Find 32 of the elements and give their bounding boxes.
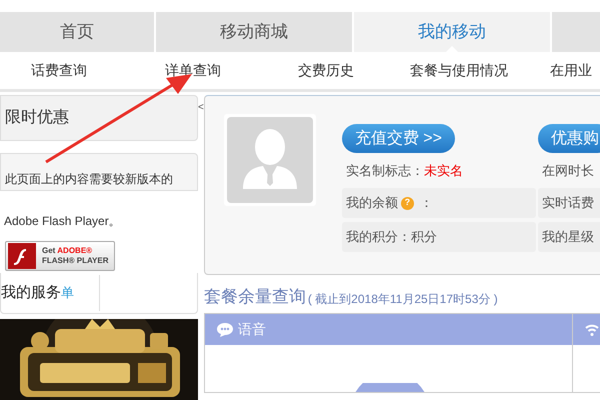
info-label: 我的积分：积分 — [346, 228, 437, 246]
info-value: 未实名 — [424, 162, 463, 180]
info-label: 我的星级 — [542, 228, 594, 246]
subnav-link[interactable]: 话费查询 — [31, 62, 87, 78]
subnav-link[interactable]: 详单查询 — [165, 62, 221, 78]
collapse-arrow[interactable]: < — [198, 100, 204, 115]
nav-tab[interactable]: 我的移动 — [354, 12, 550, 52]
nav-tab[interactable]: 移动商城 — [156, 12, 352, 52]
section-title: 我的服务 — [1, 282, 61, 303]
usage-ring-icon — [354, 383, 425, 392]
nav-tab[interactable]: 首页 — [0, 12, 154, 52]
subnav-link[interactable]: 在用业 — [550, 62, 592, 78]
info-value: ： — [420, 194, 433, 212]
section-title: 套餐余量查询 — [204, 286, 306, 308]
notice-text: Adobe Flash Player。 — [4, 214, 121, 228]
chat-bubble-icon — [216, 322, 233, 336]
subnav-link[interactable]: 交费历史 — [298, 62, 354, 78]
flash-button-label: Get ADOBE® — [42, 246, 94, 256]
subnav-link[interactable]: 套餐与使用情况 — [410, 62, 508, 78]
wifi-icon — [584, 324, 599, 336]
flash-logo-icon — [8, 243, 36, 269]
info-label: 我的余额 — [346, 194, 398, 212]
info-label: 实名制标志： — [346, 162, 424, 180]
notice-text: 此页面上的内容需要较新版本的 — [5, 171, 173, 188]
timestamp-note: ( 截止到2018年11月25日17时53分 ) — [308, 291, 498, 308]
get-flash-button[interactable]: Get ADOBE® FLASH® PLAYER — [5, 241, 115, 271]
info-label: 在网时长 — [542, 162, 594, 180]
info-label: 实时话费 — [542, 194, 594, 212]
flash-button-label: FLASH® PLAYER — [42, 256, 108, 266]
nav-tab[interactable] — [552, 12, 600, 52]
section-label: 语音 — [238, 320, 266, 339]
promo-header: 限时优惠 — [0, 95, 198, 141]
